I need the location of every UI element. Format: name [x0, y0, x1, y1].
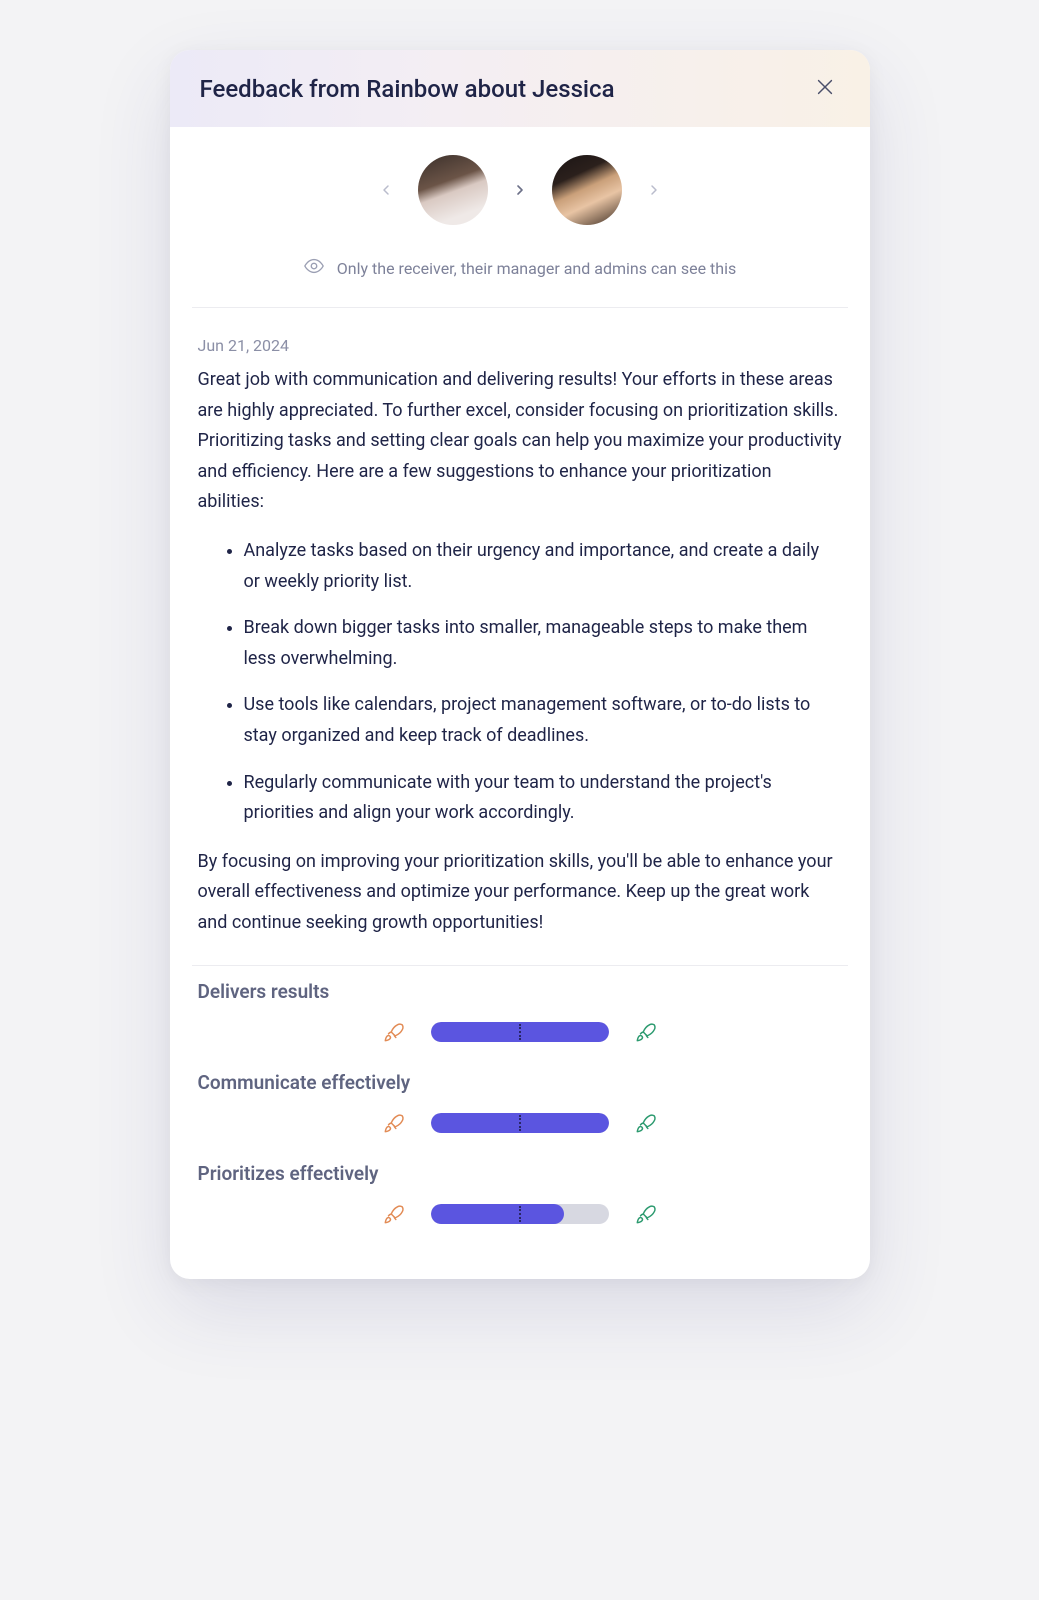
skill-bar-midpoint: [519, 1115, 521, 1131]
feedback-modal: Feedback from Rainbow about Jessica Only…: [170, 50, 870, 1279]
rocket-high-icon: [635, 1021, 657, 1043]
skill-bar-row: [198, 1021, 842, 1043]
modal-header: Feedback from Rainbow about Jessica: [170, 50, 870, 127]
avatars-row: [170, 127, 870, 245]
visibility-text: Only the receiver, their manager and adm…: [337, 259, 736, 278]
close-button[interactable]: [810, 72, 840, 105]
list-item: Break down bigger tasks into smaller, ma…: [244, 613, 842, 674]
skill-bar: [431, 1022, 609, 1042]
chevron-right-icon: [512, 182, 528, 198]
skill-label: Communicate effectively: [198, 1071, 842, 1094]
feedback-date: Jun 21, 2024: [198, 336, 842, 355]
skill-label: Prioritizes effectively: [198, 1162, 842, 1185]
feedback-intro: Great job with communication and deliver…: [198, 365, 842, 518]
modal-title: Feedback from Rainbow about Jessica: [200, 75, 615, 103]
chevron-right-nav-icon[interactable]: [646, 182, 662, 198]
skill-bar-fill: [431, 1204, 565, 1224]
skill-bar: [431, 1204, 609, 1224]
skill-bar-row: [198, 1203, 842, 1225]
feedback-outro: By focusing on improving your prioritiza…: [198, 847, 842, 939]
list-item: Use tools like calendars, project manage…: [244, 690, 842, 751]
list-item: Analyze tasks based on their urgency and…: [244, 536, 842, 597]
skill-label: Delivers results: [198, 980, 842, 1003]
avatar-sender: [418, 155, 488, 225]
rocket-high-icon: [635, 1112, 657, 1134]
feedback-body: Jun 21, 2024 Great job with communicatio…: [170, 308, 870, 965]
rocket-low-icon: [383, 1021, 405, 1043]
close-icon: [814, 76, 836, 101]
avatar-receiver: [552, 155, 622, 225]
skill-block: Delivers results: [198, 980, 842, 1043]
skill-bar: [431, 1113, 609, 1133]
skill-block: Prioritizes effectively: [198, 1162, 842, 1225]
skill-bar-midpoint: [519, 1206, 521, 1222]
list-item: Regularly communicate with your team to …: [244, 768, 842, 829]
suggestion-list: Analyze tasks based on their urgency and…: [198, 536, 842, 829]
rocket-low-icon: [383, 1112, 405, 1134]
eye-icon: [303, 255, 325, 281]
skill-bar-midpoint: [519, 1024, 521, 1040]
skill-block: Communicate effectively: [198, 1071, 842, 1134]
visibility-note: Only the receiver, their manager and adm…: [170, 245, 870, 307]
skill-bar-row: [198, 1112, 842, 1134]
chevron-left-icon[interactable]: [378, 182, 394, 198]
rocket-high-icon: [635, 1203, 657, 1225]
rocket-low-icon: [383, 1203, 405, 1225]
skills-section: Delivers results Communicate effectively: [170, 966, 870, 1279]
